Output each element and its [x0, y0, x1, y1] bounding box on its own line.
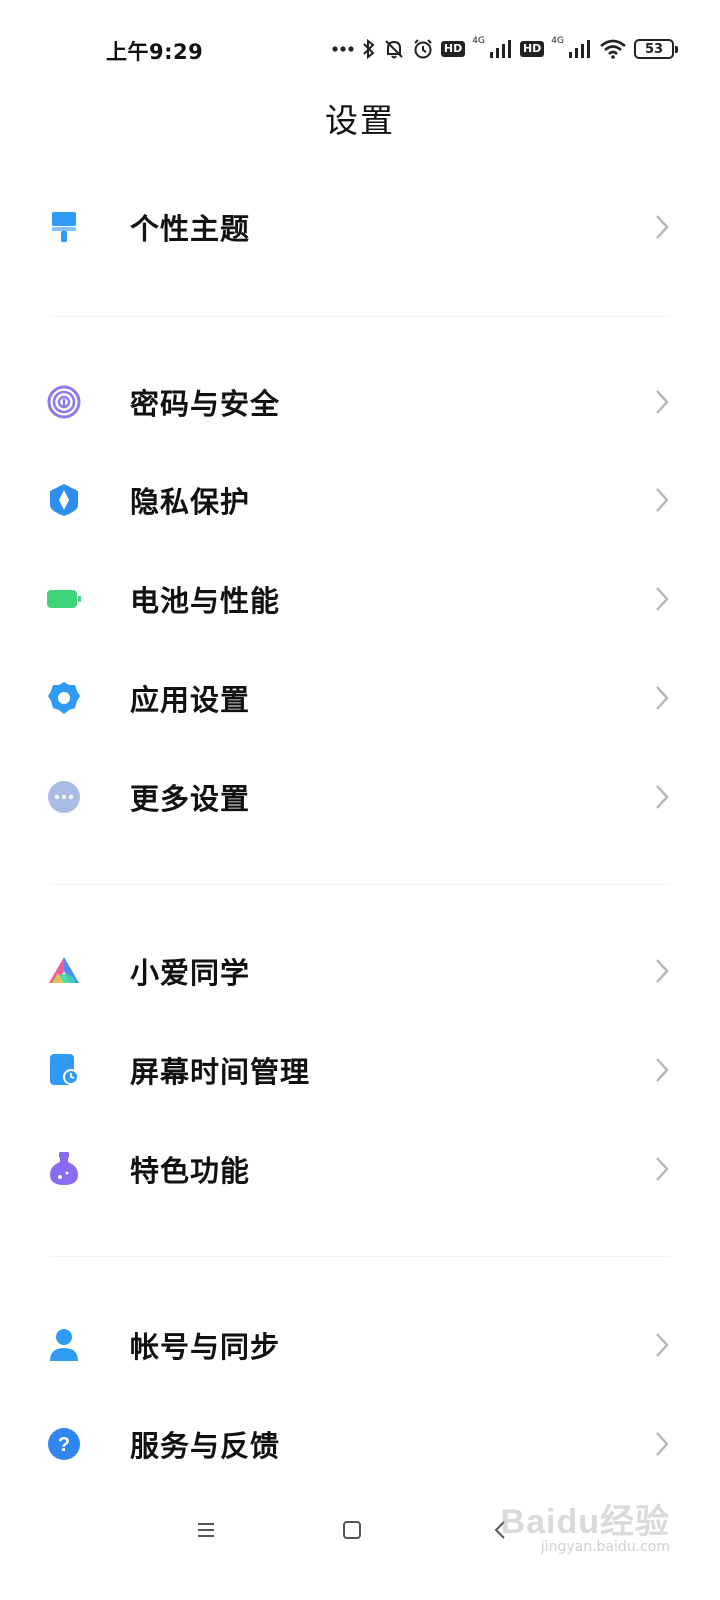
settings-item-label: 特色功能	[130, 1154, 251, 1188]
chevron-right-icon	[652, 387, 672, 417]
chevron-right-icon	[652, 485, 672, 515]
mute-icon	[383, 38, 405, 60]
fingerprint-icon	[46, 384, 82, 420]
hd-badge: HD	[440, 41, 466, 57]
settings-item-label: 隐私保护	[130, 485, 251, 519]
wifi-icon	[599, 39, 627, 59]
settings-item-special-features[interactable]: 特色功能	[0, 1120, 720, 1218]
settings-item-service-feedback[interactable]: ? 服务与反馈	[0, 1395, 720, 1493]
gear-icon	[46, 680, 82, 716]
chevron-right-icon	[652, 584, 672, 614]
battery-level: 53	[644, 41, 664, 57]
chevron-right-icon	[652, 782, 672, 812]
signal-icon	[568, 40, 592, 58]
dots-icon	[331, 45, 355, 53]
settings-item-theme[interactable]: 个性主题	[0, 178, 720, 276]
status-bar: 上午9:29 HD 4G HD 4G 53	[0, 0, 720, 96]
settings-item-xiaoai[interactable]: 小爱同学	[0, 922, 720, 1020]
settings-item-label: 应用设置	[130, 683, 251, 717]
chevron-right-icon	[652, 956, 672, 986]
home-icon[interactable]	[332, 1510, 372, 1550]
chevron-right-icon	[652, 1330, 672, 1360]
settings-item-label: 服务与反馈	[130, 1429, 281, 1463]
chevron-right-icon	[652, 1429, 672, 1459]
chevron-right-icon	[652, 1055, 672, 1085]
page-title: 设置	[325, 101, 395, 140]
menu-icon[interactable]	[186, 1510, 226, 1550]
settings-item-label: 屏幕时间管理	[130, 1055, 311, 1089]
chevron-right-icon	[652, 1154, 672, 1184]
battery-icon: 53	[634, 39, 678, 59]
settings-item-account-sync[interactable]: 帐号与同步	[0, 1296, 720, 1394]
battery-icon	[46, 581, 82, 617]
network-type-label: 4G	[551, 36, 564, 46]
settings-item-label: 密码与安全	[130, 387, 281, 421]
settings-item-password-security[interactable]: 密码与安全	[0, 353, 720, 451]
settings-item-label: 个性主题	[130, 212, 251, 246]
chevron-right-icon	[652, 683, 672, 713]
alarm-icon	[412, 38, 434, 60]
divider	[50, 884, 670, 885]
status-time: 上午9:29	[106, 40, 204, 64]
settings-item-label: 电池与性能	[130, 584, 281, 618]
shield-icon	[46, 482, 82, 518]
divider	[50, 1256, 670, 1257]
svg-text:?: ?	[58, 1434, 70, 1456]
settings-item-app-settings[interactable]: 应用设置	[0, 649, 720, 747]
signal-icon	[489, 40, 513, 58]
settings-item-privacy[interactable]: 隐私保护	[0, 451, 720, 549]
settings-item-label: 帐号与同步	[130, 1330, 281, 1364]
hd-badge: HD	[519, 41, 545, 57]
chevron-right-icon	[652, 212, 672, 242]
settings-item-label: 小爱同学	[130, 956, 251, 990]
flask-icon	[46, 1151, 82, 1187]
settings-item-battery-performance[interactable]: 电池与性能	[0, 550, 720, 648]
person-icon	[46, 1327, 82, 1363]
status-icons: HD 4G HD 4G 53	[331, 34, 678, 64]
settings-item-label: 更多设置	[130, 782, 251, 816]
network-type-label: 4G	[472, 36, 485, 46]
baidu-watermark: Baidu经验 jingyan.baidu.com	[501, 1494, 670, 1555]
divider	[50, 316, 670, 317]
settings-item-more-settings[interactable]: 更多设置	[0, 748, 720, 846]
watermark-logo: Baidu经验	[500, 1503, 670, 1541]
bluetooth-icon	[362, 38, 376, 60]
screen-time-icon	[46, 1052, 82, 1088]
help-icon: ?	[46, 1426, 82, 1462]
paint-brush-icon	[46, 209, 82, 245]
xiaoai-icon	[46, 953, 82, 989]
more-dots-icon	[46, 779, 82, 815]
settings-item-screen-time[interactable]: 屏幕时间管理	[0, 1021, 720, 1119]
